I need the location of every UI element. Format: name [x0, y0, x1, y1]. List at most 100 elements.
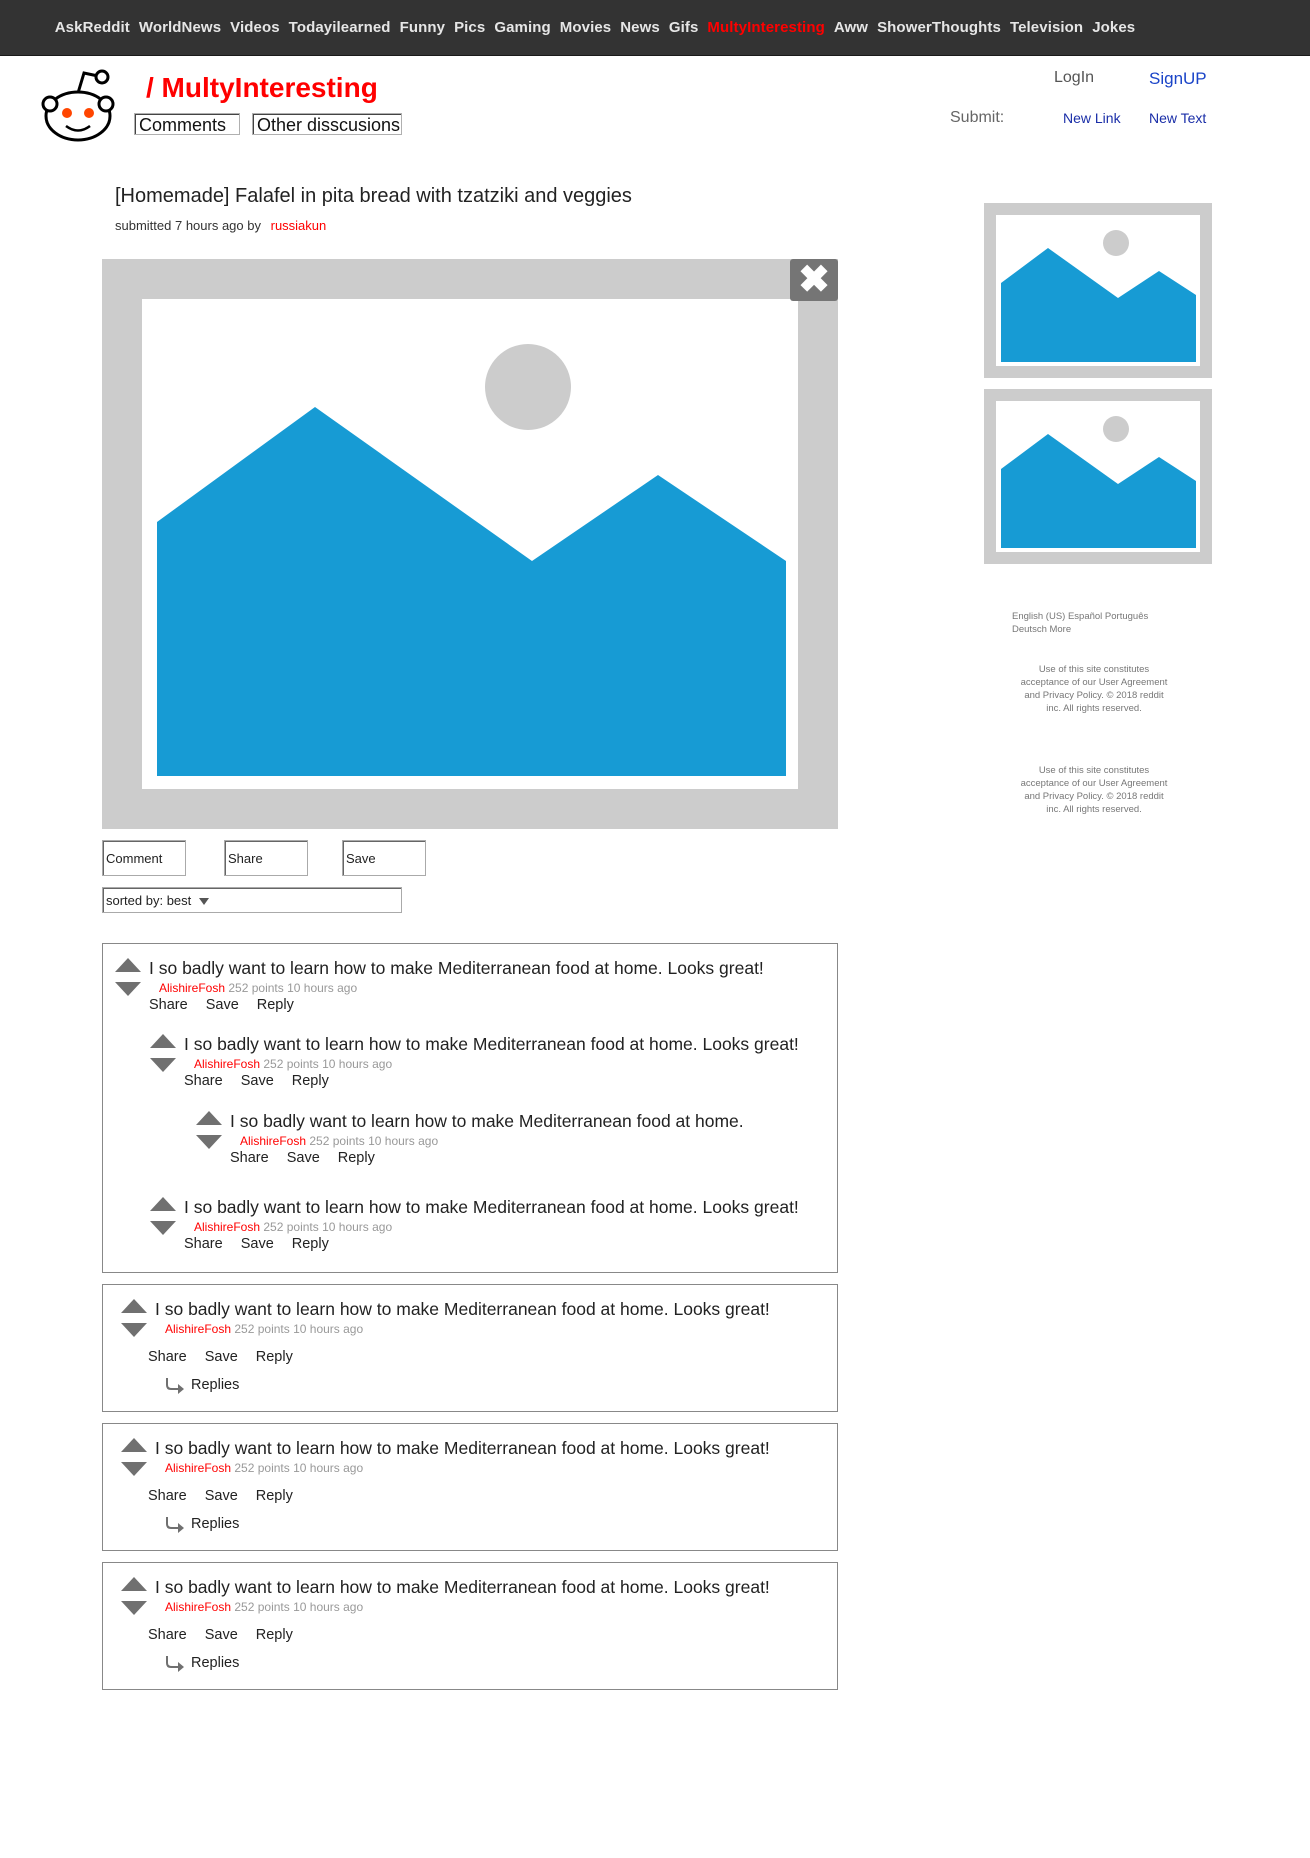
subreddit-title[interactable]: / MultyInteresting	[146, 72, 378, 104]
replies-toggle[interactable]: Replies	[165, 1515, 239, 1533]
comment-points: 252 points 10 hours ago	[263, 1220, 393, 1234]
upvote-arrow-icon[interactable]	[115, 958, 141, 972]
upvote-arrow-icon[interactable]	[196, 1111, 222, 1125]
comment-save[interactable]: Save	[206, 997, 239, 1013]
comment-author[interactable]: AlishireFosh	[194, 1057, 260, 1071]
post-image-frame[interactable]	[102, 259, 838, 829]
vote-controls	[121, 1577, 147, 1621]
replies-toggle[interactable]: Replies	[165, 1376, 239, 1394]
nav-worldnews[interactable]: WorldNews	[139, 19, 221, 36]
post-title[interactable]: [Homemade] Falafel in pita bread with tz…	[115, 185, 632, 208]
thumbnail-placeholder	[996, 401, 1200, 552]
sidebar-thumbnail[interactable]	[984, 389, 1212, 564]
subreddit-nav: AskReddit WorldNews Videos Todayilearned…	[55, 19, 1136, 36]
downvote-arrow-icon[interactable]	[121, 1462, 147, 1476]
comment-actions: Share Save Reply	[148, 1488, 311, 1504]
sidebar-thumbnail[interactable]	[984, 203, 1212, 378]
signup-link[interactable]: SignUP	[1149, 69, 1207, 89]
language-links[interactable]: English (US) Español Português Deutsch M…	[1012, 610, 1192, 636]
comment-author[interactable]: AlishireFosh	[159, 981, 225, 995]
comment-share[interactable]: Share	[184, 1073, 223, 1089]
upvote-arrow-icon[interactable]	[150, 1034, 176, 1048]
comment-share[interactable]: Share	[148, 1627, 187, 1643]
upvote-arrow-icon[interactable]	[121, 1299, 147, 1313]
post-author[interactable]: russiakun	[271, 218, 327, 233]
nav-gaming[interactable]: Gaming	[494, 19, 550, 36]
submit-label: Submit:	[950, 109, 1005, 126]
comment-share[interactable]: Share	[148, 1488, 187, 1504]
downvote-arrow-icon[interactable]	[150, 1221, 176, 1235]
comment-thread: I so badly want to learn how to make Med…	[102, 943, 838, 1273]
comment: I so badly want to learn how to make Med…	[121, 1577, 831, 1677]
upvote-arrow-icon[interactable]	[121, 1438, 147, 1452]
comment-reply[interactable]: Reply	[292, 1073, 329, 1089]
comment-reply[interactable]: Reply	[257, 997, 294, 1013]
nav-videos[interactable]: Videos	[230, 19, 280, 36]
nav-askreddit[interactable]: AskReddit	[55, 19, 130, 36]
comment-points: 252 points 10 hours ago	[263, 1057, 393, 1071]
nav-multyinteresting[interactable]: MultyInteresting	[707, 19, 824, 36]
downvote-arrow-icon[interactable]	[150, 1058, 176, 1072]
language-line[interactable]: Deutsch More	[1012, 623, 1192, 636]
upvote-arrow-icon[interactable]	[150, 1197, 176, 1211]
share-button[interactable]: Share	[224, 840, 308, 876]
comment-author[interactable]: AlishireFosh	[165, 1322, 231, 1336]
comment-reply[interactable]: Reply	[256, 1627, 293, 1643]
new-text-button[interactable]: New Text	[1149, 110, 1206, 126]
close-icon[interactable]: ✖	[790, 259, 838, 301]
comment-save[interactable]: Save	[205, 1627, 238, 1643]
upvote-arrow-icon[interactable]	[121, 1577, 147, 1591]
nav-todayilearned[interactable]: Todayilearned	[289, 19, 391, 36]
save-button[interactable]: Save	[342, 840, 426, 876]
new-link-button[interactable]: New Link	[1063, 110, 1121, 126]
comment-reply[interactable]: Reply	[338, 1150, 375, 1166]
tab-comments[interactable]: Comments	[134, 113, 240, 135]
nav-jokes[interactable]: Jokes	[1092, 19, 1135, 36]
nav-television[interactable]: Television	[1010, 19, 1083, 36]
downvote-arrow-icon[interactable]	[121, 1601, 147, 1615]
comment-save[interactable]: Save	[205, 1349, 238, 1365]
comment: I so badly want to learn how to make Med…	[115, 958, 835, 1018]
comment-share[interactable]: Share	[149, 997, 188, 1013]
language-line[interactable]: English (US) Español Português	[1012, 610, 1192, 623]
comment-save[interactable]: Save	[241, 1073, 274, 1089]
comment-reply[interactable]: Reply	[256, 1349, 293, 1365]
comment-save[interactable]: Save	[241, 1236, 274, 1252]
comment-actions: Share Save Reply	[184, 1073, 347, 1089]
comment-author[interactable]: AlishireFosh	[194, 1220, 260, 1234]
downvote-arrow-icon[interactable]	[115, 982, 141, 996]
replies-label: Replies	[191, 1515, 240, 1532]
replies-toggle[interactable]: Replies	[165, 1654, 239, 1672]
downvote-arrow-icon[interactable]	[196, 1135, 222, 1149]
comment-thread: I so badly want to learn how to make Med…	[102, 1423, 838, 1551]
comment-save[interactable]: Save	[287, 1150, 320, 1166]
comment-reply[interactable]: Reply	[292, 1236, 329, 1252]
nav-movies[interactable]: Movies	[560, 19, 611, 36]
comment-reply[interactable]: Reply	[256, 1488, 293, 1504]
downvote-arrow-icon[interactable]	[121, 1323, 147, 1337]
comment-text: I so badly want to learn how to make Med…	[184, 1034, 799, 1054]
sort-dropdown[interactable]: sorted by: best	[102, 887, 402, 913]
nav-pics[interactable]: Pics	[454, 19, 485, 36]
legal-line: inc. All rights reserved.	[1046, 804, 1142, 815]
comment-author[interactable]: AlishireFosh	[165, 1600, 231, 1614]
nav-gifs[interactable]: Gifs	[669, 19, 699, 36]
login-link[interactable]: LogIn	[1054, 69, 1094, 87]
nav-news[interactable]: News	[620, 19, 660, 36]
image-placeholder-icon	[157, 344, 786, 776]
comment-share[interactable]: Share	[184, 1236, 223, 1252]
comment-share[interactable]: Share	[148, 1349, 187, 1365]
comment-author[interactable]: AlishireFosh	[165, 1461, 231, 1475]
comment-button[interactable]: Comment	[102, 840, 186, 876]
comment-share[interactable]: Share	[230, 1150, 269, 1166]
comment-meta: AlishireFosh 252 points 10 hours ago	[194, 1220, 392, 1234]
comment-author[interactable]: AlishireFosh	[240, 1134, 306, 1148]
nav-aww[interactable]: Aww	[834, 19, 868, 36]
comment-save[interactable]: Save	[205, 1488, 238, 1504]
replies-label: Replies	[191, 1376, 240, 1393]
tab-other-discussions[interactable]: Other disscusions	[252, 113, 402, 135]
nav-showerthoughts[interactable]: ShowerThoughts	[877, 19, 1001, 36]
nav-funny[interactable]: Funny	[400, 19, 446, 36]
legal-line: Use of this site constitutes	[1038, 664, 1150, 675]
reddit-alien-icon[interactable]	[40, 68, 120, 146]
